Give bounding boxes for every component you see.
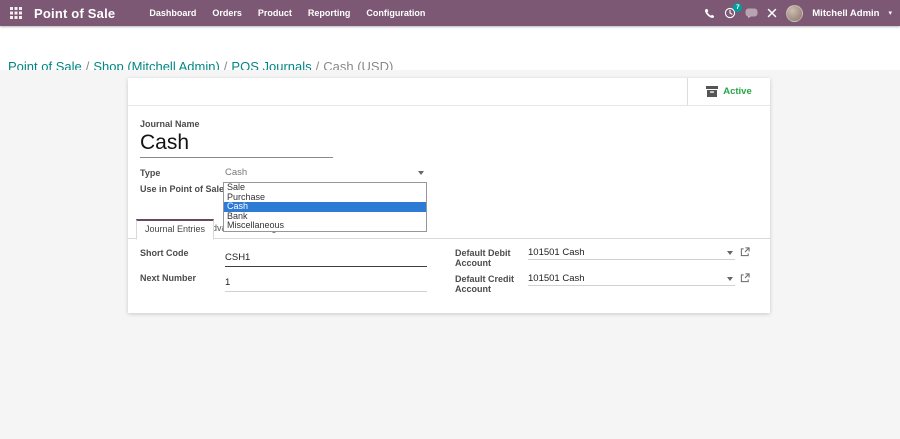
- active-toggle-button[interactable]: Active: [687, 78, 770, 105]
- apps-menu-button[interactable]: [10, 7, 22, 19]
- journal-name-block: Journal Name Cash: [140, 119, 770, 159]
- type-select[interactable]: Cash: [225, 167, 427, 179]
- default-debit-value: 101501 Cash: [528, 247, 585, 258]
- phone-icon[interactable]: [704, 8, 715, 19]
- apps-grid-icon: [10, 7, 22, 19]
- user-menu[interactable]: Mitchell Admin: [812, 8, 879, 19]
- menu-orders[interactable]: Orders: [210, 6, 244, 20]
- next-number-value: 1: [225, 277, 231, 288]
- default-credit-label: Default Credit Account: [455, 274, 515, 294]
- default-debit-label: Default Debit Account: [455, 248, 511, 268]
- journal-name-label: Journal Name: [140, 119, 200, 129]
- app-title[interactable]: Point of Sale: [34, 6, 115, 21]
- external-link-icon[interactable]: [740, 273, 750, 283]
- user-avatar[interactable]: [786, 4, 804, 22]
- default-credit-select[interactable]: 101501 Cash: [528, 273, 735, 286]
- menu-dashboard[interactable]: Dashboard: [147, 6, 198, 20]
- short-code-label: Short Code: [140, 248, 189, 258]
- short-code-value: CSH1: [225, 252, 251, 263]
- tab-journal-entries[interactable]: Journal Entries: [136, 219, 215, 240]
- form-statusbar: Active: [128, 78, 770, 106]
- select-caret-icon: [727, 250, 733, 255]
- journal-name-input[interactable]: Cash: [140, 129, 333, 159]
- next-number-row: Next Number 1: [140, 272, 427, 292]
- external-link-icon[interactable]: [740, 247, 750, 257]
- type-row: Type Cash: [140, 167, 770, 179]
- select-caret-icon: [727, 276, 733, 281]
- type-label: Type: [140, 168, 161, 179]
- default-credit-value: 101501 Cash: [528, 273, 585, 284]
- menu-configuration[interactable]: Configuration: [364, 6, 427, 20]
- messages-icon[interactable]: [745, 8, 758, 19]
- type-dropdown-list: Sale Purchase Cash Bank Miscellaneous: [223, 182, 427, 232]
- journal-form-card: Active Journal Name Cash Type Cash Use i…: [128, 78, 770, 313]
- menu-reporting[interactable]: Reporting: [306, 6, 353, 20]
- short-code-input[interactable]: CSH1: [225, 247, 427, 267]
- next-number-label: Next Number: [140, 273, 197, 283]
- page: Point of Sale Dashboard Orders Product R…: [0, 0, 900, 439]
- navbar-systray: 7 Mitchell Admin ▾: [704, 0, 892, 26]
- left-field-column: Short Code CSH1 Next Number 1: [140, 247, 427, 297]
- close-icon[interactable]: [767, 8, 777, 18]
- dropdown-option-sale[interactable]: Sale: [224, 183, 426, 193]
- activity-count-badge: 7: [733, 3, 743, 12]
- dropdown-option-miscellaneous[interactable]: Miscellaneous: [224, 221, 426, 231]
- dropdown-option-bank[interactable]: Bank: [224, 212, 426, 222]
- menu-product[interactable]: Product: [256, 6, 294, 20]
- type-select-value: Cash: [225, 167, 248, 179]
- use-in-pos-label: Use in Point of Sale: [140, 184, 225, 195]
- select-caret-icon: [418, 171, 424, 176]
- default-debit-select[interactable]: 101501 Cash: [528, 247, 735, 260]
- default-debit-row: Default Debit Account 101501 Cash: [455, 247, 750, 268]
- dropdown-option-cash-selected[interactable]: Cash: [224, 202, 426, 212]
- main-menu: Dashboard Orders Product Reporting Confi…: [147, 6, 427, 20]
- activities-icon[interactable]: 7: [724, 3, 743, 19]
- right-field-column: Default Debit Account 101501 Cash Defaul…: [455, 247, 750, 299]
- main-content-area: Active Journal Name Cash Type Cash Use i…: [0, 70, 900, 439]
- dropdown-option-purchase[interactable]: Purchase: [224, 193, 426, 203]
- archive-box-icon: [706, 86, 719, 97]
- control-panel: Point of Sale / Shop (Mitchell Admin) / POS …: [0, 26, 900, 95]
- default-credit-row: Default Credit Account 101501 Cash: [455, 273, 750, 294]
- chevron-down-icon: ▾: [888, 10, 892, 17]
- short-code-row: Short Code CSH1: [140, 247, 427, 267]
- active-label: Active: [723, 86, 752, 97]
- next-number-input[interactable]: 1: [225, 272, 427, 292]
- top-navbar: Point of Sale Dashboard Orders Product R…: [0, 0, 900, 26]
